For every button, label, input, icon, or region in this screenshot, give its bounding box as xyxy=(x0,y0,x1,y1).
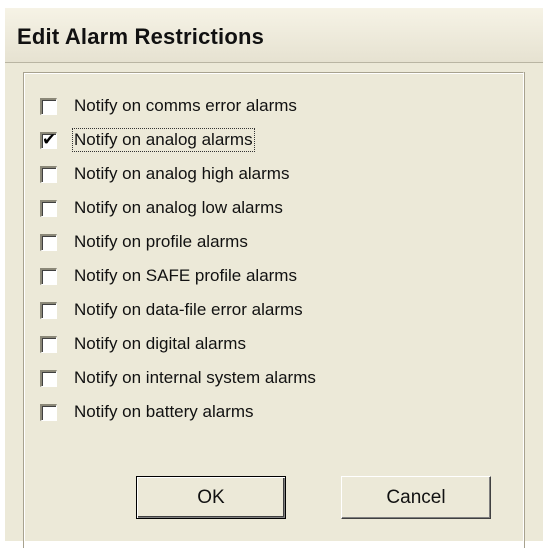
option-analog-high-alarms[interactable]: Notify on analog high alarms xyxy=(40,161,291,187)
checkbox-data-file-error-alarms[interactable] xyxy=(40,301,57,319)
checkbox-profile-alarms[interactable] xyxy=(40,233,57,251)
checkbox-battery-alarms[interactable] xyxy=(40,403,57,421)
option-safe-profile-alarms[interactable]: Notify on SAFE profile alarms xyxy=(40,263,299,289)
edit-alarm-restrictions-dialog: Edit Alarm Restrictions Notify on comms … xyxy=(3,6,543,548)
checkbox-analog-high-alarms[interactable] xyxy=(40,165,57,183)
option-digital-alarms[interactable]: Notify on digital alarms xyxy=(40,331,248,357)
checkbox-internal-system-alarms[interactable] xyxy=(40,369,57,387)
option-analog-low-alarms[interactable]: Notify on analog low alarms xyxy=(40,195,285,221)
option-label: Notify on analog alarms xyxy=(72,128,255,152)
option-comms-error-alarms[interactable]: Notify on comms error alarms xyxy=(40,93,299,119)
dialog-title: Edit Alarm Restrictions xyxy=(17,24,265,49)
option-label: Notify on SAFE profile alarms xyxy=(74,266,297,285)
option-label: Notify on analog low alarms xyxy=(74,198,283,217)
option-battery-alarms[interactable]: Notify on battery alarms xyxy=(40,399,256,425)
checkbox-comms-error-alarms[interactable] xyxy=(40,97,57,115)
option-label: Notify on internal system alarms xyxy=(74,368,316,387)
option-data-file-error-alarms[interactable]: Notify on data-file error alarms xyxy=(40,297,305,323)
option-label: Notify on digital alarms xyxy=(74,334,246,353)
cancel-button[interactable]: Cancel xyxy=(341,476,491,519)
option-label: Notify on data-file error alarms xyxy=(74,300,303,319)
checkbox-analog-alarms[interactable]: ✔ xyxy=(40,129,57,150)
dialog-title-bar: Edit Alarm Restrictions xyxy=(5,8,543,63)
option-internal-system-alarms[interactable]: Notify on internal system alarms xyxy=(40,365,318,391)
option-profile-alarms[interactable]: Notify on profile alarms xyxy=(40,229,250,255)
option-label: Notify on comms error alarms xyxy=(74,96,297,115)
ok-button[interactable]: OK xyxy=(136,476,286,519)
checkmark-icon: ✔ xyxy=(42,129,57,150)
checkbox-analog-low-alarms[interactable] xyxy=(40,199,57,217)
option-label: Notify on analog high alarms xyxy=(74,164,290,183)
checkbox-safe-profile-alarms[interactable] xyxy=(40,267,57,285)
checkbox-digital-alarms[interactable] xyxy=(40,335,57,353)
option-label: Notify on profile alarms xyxy=(74,232,248,251)
option-label: Notify on battery alarms xyxy=(74,402,254,421)
option-analog-alarms[interactable]: ✔ Notify on analog alarms xyxy=(40,127,255,153)
